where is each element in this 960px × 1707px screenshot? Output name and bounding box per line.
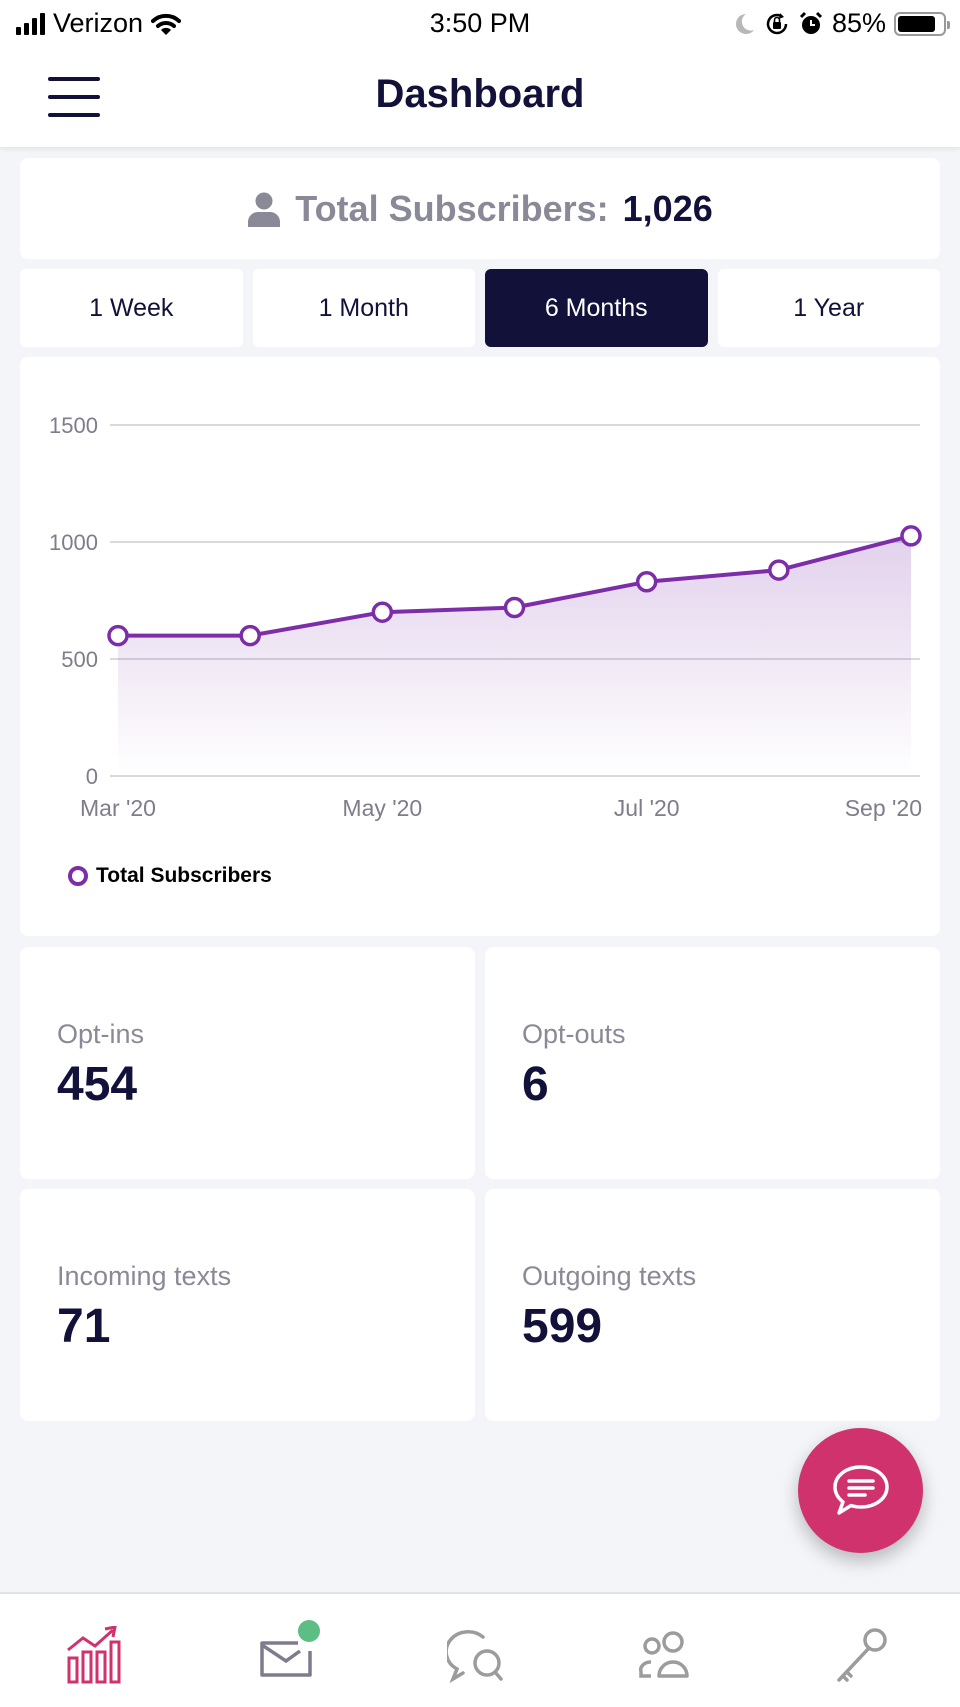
nav-item-dashboard[interactable] bbox=[60, 1620, 130, 1690]
x-tick-label: Sep '20 bbox=[845, 795, 922, 821]
bottom-nav bbox=[0, 1592, 960, 1707]
nav-item-inbox[interactable] bbox=[252, 1620, 322, 1690]
stat-value: 6 bbox=[522, 1058, 549, 1111]
data-point[interactable] bbox=[635, 571, 658, 593]
tab-1-year[interactable]: 1 Year bbox=[717, 269, 940, 347]
y-tick-label: 500 bbox=[61, 647, 98, 672]
legend-label: Total Subscribers bbox=[96, 864, 272, 887]
stat-card-opt-outs[interactable]: Opt-outs 6 bbox=[485, 947, 940, 1179]
nav-item-keywords[interactable] bbox=[827, 1620, 897, 1690]
moon-icon bbox=[735, 13, 754, 34]
data-point[interactable] bbox=[900, 525, 922, 547]
chart-legend[interactable]: Total Subscribers bbox=[68, 864, 272, 888]
tab-1-month[interactable]: 1 Month bbox=[252, 269, 475, 347]
total-subscribers-label: Total Subscribers: bbox=[295, 187, 609, 229]
page-title: Dashboard bbox=[375, 72, 585, 116]
data-point[interactable] bbox=[768, 559, 790, 581]
app-header: Dashboard bbox=[0, 50, 960, 148]
stat-label: Opt-ins bbox=[57, 1019, 145, 1049]
analytics-chart-icon bbox=[67, 1626, 121, 1684]
orientation-lock-icon bbox=[766, 12, 788, 34]
stat-value: 71 bbox=[57, 1300, 111, 1353]
stat-value: 599 bbox=[522, 1300, 603, 1353]
key-icon bbox=[837, 1628, 887, 1682]
chat-message-icon bbox=[832, 1464, 889, 1515]
subscribers-chart: 0 500 1000 1500 Mar '20 May '20 Jul '20 Sep '2… bbox=[49, 413, 922, 821]
status-right: 85% bbox=[732, 8, 950, 39]
unread-badge bbox=[298, 1620, 320, 1642]
stat-label: Opt-outs bbox=[522, 1019, 626, 1049]
nav-item-contacts[interactable] bbox=[633, 1620, 703, 1690]
battery-icon bbox=[894, 11, 950, 36]
y-tick-label: 1500 bbox=[49, 413, 98, 438]
chat-bubbles-icon bbox=[447, 1630, 503, 1683]
alarm-icon bbox=[799, 11, 823, 34]
user-icon bbox=[248, 192, 281, 227]
stat-card-opt-ins[interactable]: Opt-ins 454 bbox=[20, 947, 475, 1179]
new-message-fab[interactable] bbox=[798, 1428, 923, 1553]
data-point[interactable] bbox=[503, 596, 526, 619]
series-area bbox=[118, 535, 911, 776]
data-point[interactable] bbox=[107, 624, 129, 647]
y-tick-label: 0 bbox=[86, 764, 98, 789]
total-subscribers-value: 1,026 bbox=[622, 187, 713, 229]
stat-label: Outgoing texts bbox=[522, 1261, 697, 1291]
range-tabs: 1 Week 1 Month 6 Months 1 Year bbox=[20, 269, 940, 347]
x-tick-label: Mar '20 bbox=[80, 795, 156, 821]
users-icon bbox=[638, 1631, 689, 1678]
legend-marker-icon bbox=[68, 866, 88, 886]
nav-item-conversations[interactable] bbox=[443, 1620, 513, 1690]
status-bar: Verizon 3:50 PM 85% bbox=[0, 0, 960, 50]
data-point[interactable] bbox=[239, 624, 261, 647]
stat-card-outgoing-texts[interactable]: Outgoing texts 599 bbox=[485, 1189, 940, 1421]
x-tick-label: May '20 bbox=[342, 795, 422, 821]
battery-percent: 85% bbox=[831, 8, 886, 38]
stat-label: Incoming texts bbox=[57, 1261, 232, 1291]
stat-value: 454 bbox=[57, 1058, 138, 1111]
x-tick-label: Jul '20 bbox=[614, 795, 680, 821]
subscribers-chart-card: 0 500 1000 1500 Mar '20 May '20 Jul '20 Sep '2… bbox=[20, 357, 940, 936]
y-tick-label: 1000 bbox=[49, 530, 98, 555]
tab-6-months[interactable]: 6 Months bbox=[485, 269, 708, 347]
tab-1-week[interactable]: 1 Week bbox=[20, 269, 243, 347]
total-subscribers-card: Total Subscribers: 1,026 bbox=[20, 158, 940, 259]
battery-level bbox=[898, 15, 936, 32]
stat-card-incoming-texts[interactable]: Incoming texts 71 bbox=[20, 1189, 475, 1421]
data-point[interactable] bbox=[371, 601, 394, 623]
